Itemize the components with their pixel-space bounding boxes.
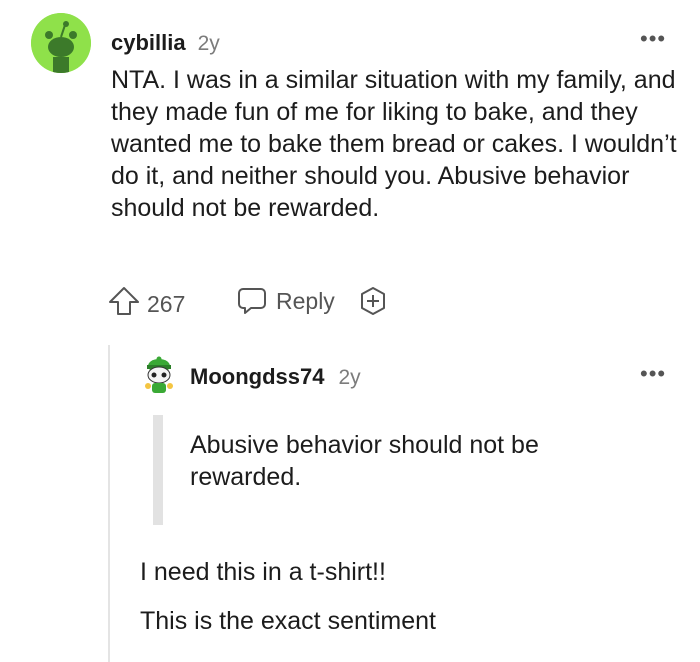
reply-username[interactable]: Moongdss74: [190, 364, 324, 390]
reply-quote: Abusive behavior should not be rewarded.: [190, 431, 539, 491]
reply-age: 2y: [338, 366, 361, 389]
ellipsis-icon: •••: [640, 26, 667, 51]
speech-bubble-icon: [238, 288, 266, 314]
comment-header: cybillia 2y: [111, 30, 220, 56]
upvote-arrow-icon: [109, 287, 139, 315]
upvote-group: 267: [107, 284, 185, 324]
quote-bar: [153, 415, 163, 525]
reply-header: Moongdss74 2y: [190, 364, 361, 390]
reply-more-button[interactable]: •••: [640, 361, 666, 387]
reply-button[interactable]: Reply: [236, 285, 335, 317]
comment-age: 2y: [197, 32, 220, 55]
ellipsis-icon: •••: [640, 361, 667, 386]
avatar-cybillia[interactable]: [31, 13, 91, 73]
snoo-avatar-icon: [145, 356, 173, 393]
comment-body: NTA. I was in a similar situation with m…: [111, 66, 677, 222]
reply-paragraph-1: I need this in a t-shirt!!: [140, 558, 386, 586]
comment-username[interactable]: cybillia: [111, 30, 186, 56]
comment-more-button[interactable]: •••: [640, 26, 666, 52]
reply-paragraph-2: This is the exact sentiment: [140, 607, 436, 635]
vote-count: 267: [147, 290, 186, 317]
plus-award-icon: [361, 287, 385, 315]
snoo-avatar-icon: [31, 13, 91, 73]
award-button[interactable]: [357, 285, 389, 322]
thread-line[interactable]: [108, 345, 110, 662]
upvote-button[interactable]: [107, 284, 141, 324]
avatar-moongdss74[interactable]: [141, 356, 177, 396]
reply-label: Reply: [276, 287, 335, 314]
